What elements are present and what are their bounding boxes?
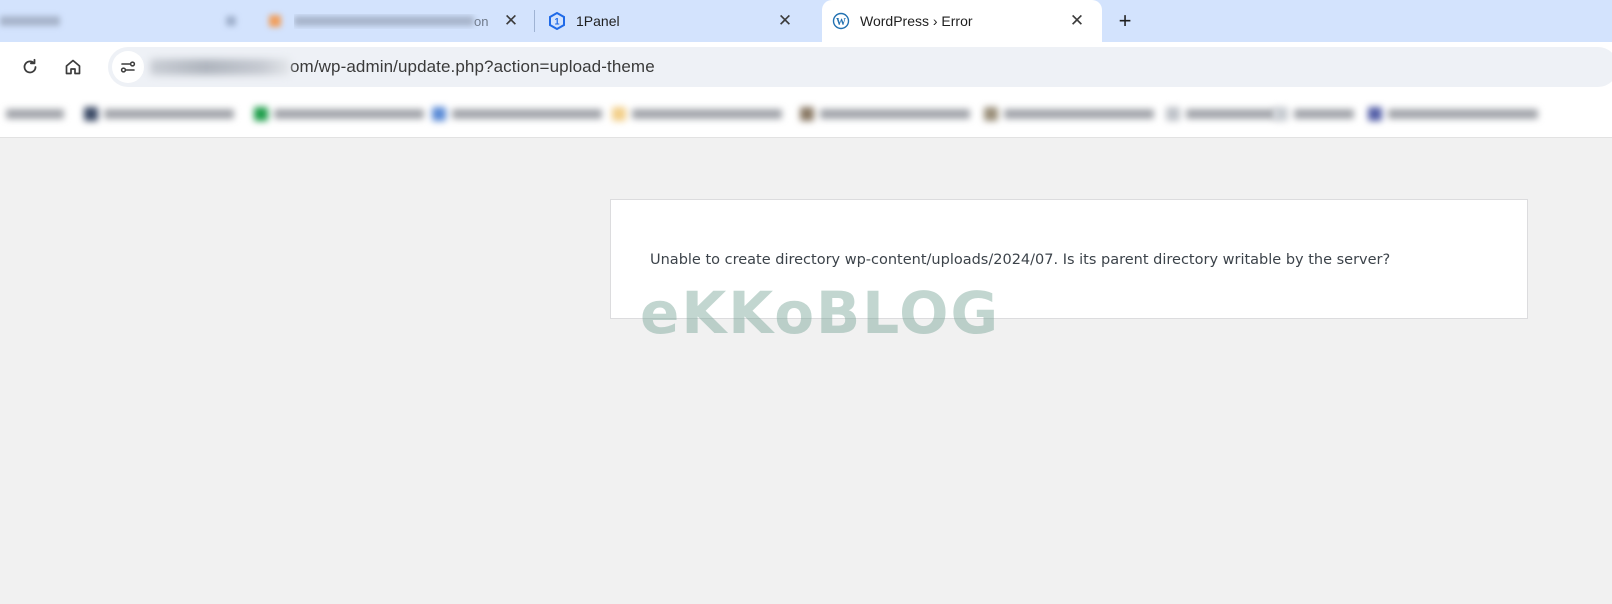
wordpress-icon: W xyxy=(832,12,850,30)
bookmark-item[interactable] xyxy=(6,106,64,122)
tab-strip: on ✕ 1 1Panel ✕ W WordPress › Error ✕ + xyxy=(0,0,1612,42)
tab-wordpress-error[interactable]: W WordPress › Error ✕ xyxy=(822,0,1102,42)
bookmark-item[interactable] xyxy=(432,106,602,122)
bookmark-item[interactable] xyxy=(800,106,970,122)
tab-1panel[interactable]: 1 1Panel ✕ xyxy=(538,0,810,42)
url-text[interactable]: om/wp-admin/update.php?action=upload-the… xyxy=(290,57,655,77)
tune-icon xyxy=(119,58,137,76)
bookmark-item[interactable] xyxy=(612,106,782,122)
url-domain-blurred xyxy=(150,59,290,75)
svg-text:W: W xyxy=(836,17,846,28)
bookmark-item[interactable] xyxy=(984,106,1154,122)
address-bar[interactable]: om/wp-admin/update.php?action=upload-the… xyxy=(108,47,1612,87)
bookmarks-bar xyxy=(0,92,1612,138)
tab-close-button[interactable]: ✕ xyxy=(774,10,796,32)
new-tab-button[interactable]: + xyxy=(1111,7,1139,35)
bookmark-item[interactable] xyxy=(1166,106,1276,122)
wp-die-message-box: Unable to create directory wp-content/up… xyxy=(610,199,1528,319)
tab-blurred-1[interactable] xyxy=(0,0,262,42)
reload-button[interactable] xyxy=(13,50,47,84)
reload-icon xyxy=(20,57,40,77)
tab-blurred-favicon xyxy=(266,12,284,30)
1panel-icon: 1 xyxy=(548,12,566,30)
site-info-button[interactable] xyxy=(112,51,144,83)
home-icon xyxy=(63,57,83,77)
tab-divider xyxy=(534,10,535,32)
tab-close-button[interactable]: ✕ xyxy=(1066,10,1088,32)
tab-blurred-title: on xyxy=(294,14,500,29)
home-button[interactable] xyxy=(56,50,90,84)
tab-close-button[interactable]: ✕ xyxy=(500,10,522,32)
bookmark-item[interactable] xyxy=(1368,106,1538,122)
bookmark-item[interactable] xyxy=(1274,106,1354,122)
bookmark-item[interactable] xyxy=(254,106,424,122)
browser-toolbar: om/wp-admin/update.php?action=upload-the… xyxy=(0,42,1612,92)
tab-title: WordPress › Error xyxy=(860,13,973,29)
tab-title: 1Panel xyxy=(576,13,620,29)
tab-title-suffix: on xyxy=(474,13,489,29)
page-content: Unable to create directory wp-content/up… xyxy=(0,139,1612,604)
bookmark-item[interactable] xyxy=(84,106,234,122)
tab-blurred-2[interactable]: on ✕ xyxy=(262,0,530,42)
svg-text:1: 1 xyxy=(554,17,559,27)
tab-blurred-title xyxy=(0,16,236,26)
error-message: Unable to create directory wp-content/up… xyxy=(650,252,1391,268)
